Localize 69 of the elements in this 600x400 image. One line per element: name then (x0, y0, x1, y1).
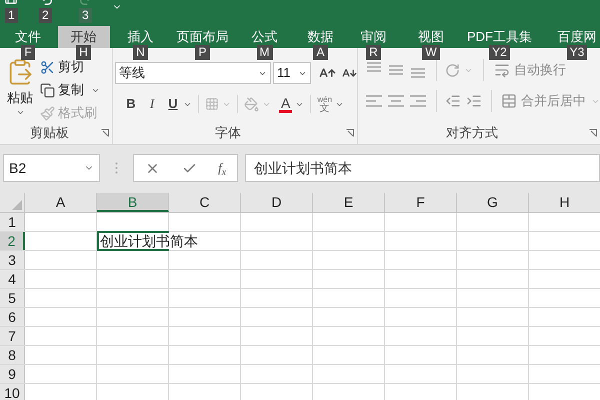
row-header[interactable]: 10 (0, 384, 25, 400)
row-header[interactable]: 3 (0, 251, 25, 269)
drag-handle-icon[interactable] (115, 162, 118, 174)
orientation-icon[interactable] (445, 62, 460, 78)
ribbon-tab[interactable]: 百度网 (550, 26, 600, 48)
row-header[interactable]: 1 (0, 213, 25, 231)
group-label: 对齐方式 (446, 124, 498, 142)
key-tip: 1 (5, 8, 18, 23)
column-header[interactable]: E (313, 193, 385, 212)
column-header[interactable]: F (385, 193, 457, 212)
font-size-field[interactable]: 11 (273, 62, 311, 84)
increase-indent-icon[interactable] (466, 93, 482, 109)
ribbon-tab[interactable]: 审阅 (352, 26, 394, 48)
copy-icon[interactable] (40, 82, 55, 98)
key-tip: N (133, 45, 148, 60)
scissors-icon[interactable] (40, 60, 55, 74)
row-header[interactable]: 4 (0, 270, 25, 288)
ribbon-tab[interactable]: 公式 (244, 26, 286, 48)
cell-text: 创业计划书简本 (100, 233, 198, 249)
insert-function-button[interactable]: f$_{x}$ (218, 158, 226, 178)
column-header[interactable]: C (169, 193, 241, 212)
key-tip: A (313, 45, 328, 60)
phonetic-button[interactable]: wén 文 (317, 95, 332, 113)
ribbon-tab[interactable]: 插入 (120, 26, 162, 48)
key-tip: R (366, 45, 381, 60)
ribbon-tab[interactable]: 视图 (410, 26, 452, 48)
row-header[interactable]: 8 (0, 346, 25, 364)
font-color-button[interactable]: A (279, 96, 292, 112)
key-tip: 3 (79, 8, 92, 23)
underline-button[interactable]: U (163, 94, 183, 114)
column-header[interactable]: B (97, 193, 169, 212)
bold-button[interactable]: B (121, 94, 141, 114)
column-header[interactable]: H (529, 193, 600, 212)
dialog-launcher-icon[interactable] (346, 129, 354, 137)
merge-cells-icon[interactable] (501, 93, 517, 109)
key-tip: P (195, 45, 210, 60)
dialog-launcher-icon[interactable] (589, 129, 597, 137)
key-tip: H (76, 45, 91, 60)
row-header[interactable]: 5 (0, 289, 25, 307)
cut-label[interactable]: 剪切 (58, 57, 84, 77)
group-label: 字体 (215, 124, 241, 142)
ribbon-tab[interactable]: PDF工具集 (459, 26, 540, 48)
row-header[interactable]: 7 (0, 327, 25, 345)
ribbon-tab[interactable]: 文件 (7, 26, 49, 48)
paste-label[interactable]: 粘贴 (7, 88, 33, 108)
decrease-indent-icon[interactable] (445, 93, 461, 109)
key-tip: F (21, 45, 35, 60)
name-box[interactable]: B2 (3, 154, 100, 182)
key-tip: Y3 (566, 45, 588, 60)
row-header[interactable]: 2 (0, 232, 25, 250)
key-tip: 2 (39, 8, 52, 23)
column-header[interactable]: D (241, 193, 313, 212)
group-label: 剪贴板 (30, 124, 69, 142)
column-header[interactable]: G (457, 193, 529, 212)
row-header[interactable]: 6 (0, 308, 25, 326)
formula-field[interactable]: 创业计划书简本 (245, 154, 600, 182)
font-name-field[interactable]: 等线 (115, 62, 271, 84)
key-tip: Y2 (489, 45, 510, 60)
key-tip: W (422, 45, 440, 60)
dialog-launcher-icon[interactable] (101, 129, 109, 137)
ribbon-tab[interactable]: 开始 (58, 26, 110, 48)
ribbon-tab[interactable]: 页面布局 (168, 26, 236, 48)
copy-label[interactable]: 复制 (58, 80, 84, 100)
fill-color-icon[interactable] (244, 96, 259, 112)
key-tip: M (256, 45, 272, 60)
row-header[interactable]: 9 (0, 365, 25, 383)
italic-button[interactable]: I (141, 94, 163, 114)
ribbon-tab[interactable]: 数据 (300, 26, 342, 48)
wrap-text-icon[interactable] (494, 62, 510, 78)
